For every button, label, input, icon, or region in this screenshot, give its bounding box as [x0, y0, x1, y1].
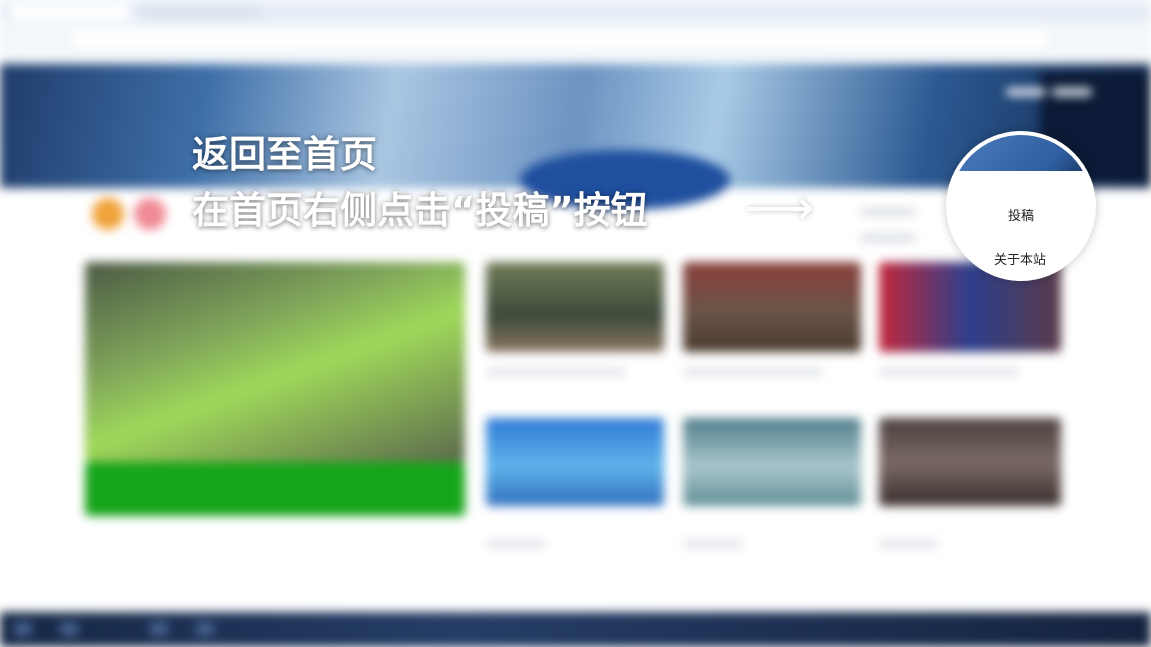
instruction-line-1: 返回至首页 [192, 133, 377, 176]
start-icon [14, 622, 32, 636]
taskbar-app-icon [60, 622, 78, 636]
video-caption [486, 540, 546, 548]
nav-item [1052, 88, 1092, 96]
os-taskbar [0, 612, 1151, 647]
video-thumbnail [683, 418, 861, 506]
video-caption [879, 540, 939, 548]
video-caption [879, 368, 1019, 376]
arrow-right-icon: ⟶ [745, 180, 814, 236]
video-thumbnail [879, 418, 1061, 506]
video-caption [683, 368, 823, 376]
menu-stub [860, 208, 916, 216]
video-caption [486, 368, 626, 376]
address-bar [70, 30, 1050, 48]
nav-item [1006, 88, 1046, 96]
video-thumbnail [683, 262, 861, 352]
site-logo-right [134, 198, 166, 230]
menu-stub [860, 234, 916, 242]
instruction-line-2: 在首页右侧点击“投稿”按钮 [192, 189, 648, 232]
about-site-link[interactable]: 关于本站 [994, 249, 1046, 268]
browser-tab [10, 4, 130, 20]
featured-thumbnail [85, 262, 465, 462]
blurred-browser-background [0, 0, 1151, 647]
magnifier-banner [950, 135, 1092, 171]
taskbar-app-icon [196, 622, 214, 636]
browser-tab-strip [0, 0, 1151, 22]
taskbar-app-icon [150, 622, 168, 636]
submit-button[interactable]: 投稿 [1008, 205, 1034, 224]
featured-caption-bar [85, 462, 465, 516]
video-caption [683, 540, 743, 548]
browser-tab [140, 4, 260, 20]
site-logo-left [92, 198, 124, 230]
video-thumbnail [486, 418, 664, 506]
magnifier-callout: 投稿 关于本站 [946, 131, 1096, 281]
video-thumbnail [486, 262, 664, 352]
